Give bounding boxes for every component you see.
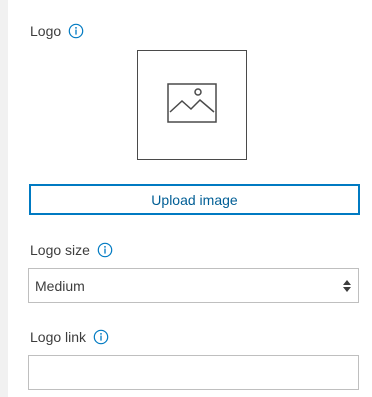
select-chevrons-icon	[342, 278, 352, 294]
logo-size-label-row: Logo size	[30, 240, 113, 260]
upload-image-button[interactable]: Upload image	[29, 184, 360, 215]
logo-settings-panel: Logo Upload image Logo size Medium Logo …	[8, 0, 372, 397]
logo-link-input[interactable]	[28, 355, 359, 390]
side-panel-edge	[0, 0, 8, 397]
info-icon[interactable]	[68, 23, 84, 39]
logo-size-selected-value: Medium	[35, 277, 85, 294]
logo-preview	[137, 50, 247, 160]
image-placeholder-icon	[167, 82, 217, 128]
logo-label-row: Logo	[30, 21, 84, 41]
info-icon[interactable]	[97, 242, 113, 258]
logo-size-label: Logo size	[30, 242, 90, 258]
logo-link-label-row: Logo link	[30, 327, 109, 347]
logo-size-select[interactable]: Medium	[28, 268, 359, 303]
info-icon[interactable]	[93, 329, 109, 345]
logo-link-label: Logo link	[30, 329, 87, 345]
logo-label: Logo	[30, 23, 62, 39]
